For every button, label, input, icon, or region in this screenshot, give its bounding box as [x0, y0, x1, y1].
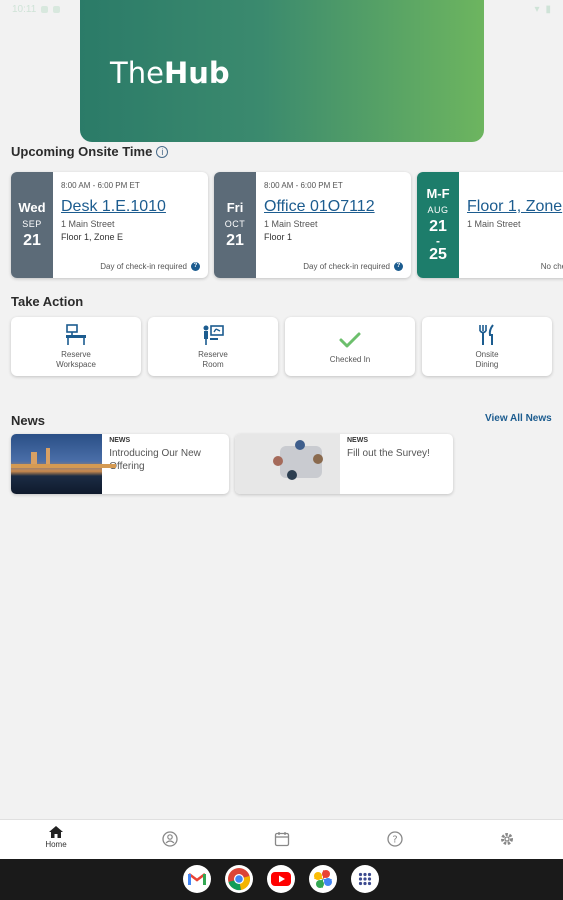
status-time: 10:11	[12, 3, 37, 15]
logo-bold: Hub	[163, 56, 230, 90]
news-category: NEWS	[347, 437, 368, 444]
booking-day: Wed	[18, 200, 46, 215]
bottom-nav: Home ?	[0, 819, 563, 859]
booking-address: 1 Main Street	[61, 219, 115, 229]
upcoming-title: Upcoming Onsite Time	[11, 144, 153, 159]
booking-time: 8:00 AM - 6:00 PM ET	[264, 181, 343, 190]
app-logo: TheHub	[110, 56, 230, 90]
workspace-icon	[64, 323, 88, 346]
nav-people[interactable]	[150, 831, 190, 847]
gear-icon	[501, 833, 513, 845]
home-icon	[49, 826, 63, 838]
app-drawer-icon[interactable]	[351, 865, 379, 893]
checkmark-icon	[338, 329, 362, 351]
booking-month: SEP	[22, 219, 42, 229]
booking-date-number: 21	[226, 232, 244, 249]
view-all-news-link[interactable]: View All News	[485, 413, 552, 424]
booking-date: Wed SEP 21	[11, 172, 53, 278]
dining-icon	[475, 323, 499, 346]
booking-location: Floor 1	[264, 232, 293, 242]
booking-title-link[interactable]: Floor 1, Zone	[467, 198, 563, 216]
booking-month: OCT	[224, 219, 246, 229]
reserve-workspace-button[interactable]: Reserve Workspace	[11, 317, 141, 376]
check-in-note: Day of check-in required	[303, 262, 390, 271]
news-title: News	[11, 413, 45, 428]
booking-date: Fri OCT 21	[214, 172, 256, 278]
help-icon[interactable]: ?	[394, 262, 403, 271]
youtube-app-icon[interactable]	[267, 865, 295, 893]
booking-time: 8:00 AM - 6:00 PM ET	[61, 181, 140, 190]
booking-card[interactable]: Fri OCT 21 8:00 AM - 6:00 PM ET Office 0…	[214, 172, 411, 278]
booking-end-date: 25	[429, 246, 447, 263]
help-icon[interactable]: ?	[191, 262, 200, 271]
wifi-icon: ▾	[534, 3, 540, 15]
svg-text:?: ?	[392, 835, 397, 846]
room-icon	[201, 324, 225, 346]
calendar-icon	[274, 832, 290, 847]
info-icon[interactable]: i	[156, 146, 169, 158]
booking-date: M-F AUG 21 - 25	[417, 172, 459, 278]
booking-title-link[interactable]: Desk 1.E.1010	[61, 198, 200, 216]
booking-footer: Day of check-in required ?	[100, 262, 200, 271]
people-search-icon	[162, 831, 178, 847]
booking-date-number: 21	[23, 232, 41, 249]
help-circle-icon: ?	[387, 831, 403, 847]
news-image-city	[11, 434, 116, 494]
news-headline: Fill out the Survey!	[347, 448, 430, 459]
check-in-note: No check-in	[540, 262, 563, 271]
hero-banner: TheHub	[80, 0, 484, 142]
action-label: Reserve Workspace	[56, 349, 96, 369]
news-image-survey	[235, 434, 340, 494]
battery-icon: ▮	[545, 3, 551, 15]
action-label: Reserve Room	[198, 349, 228, 369]
news-card[interactable]: NEWS Introducing Our New Offering	[11, 434, 229, 494]
news-headline: Introducing Our New Offering	[109, 448, 201, 472]
booking-footer: No check-in	[541, 262, 563, 271]
booking-card[interactable]: Wed SEP 21 8:00 AM - 6:00 PM ET Desk 1.E…	[11, 172, 208, 278]
booking-month: AUG	[427, 205, 449, 215]
notification-icon	[41, 5, 49, 13]
onsite-dining-button[interactable]: Onsite Dining	[422, 317, 552, 376]
nav-home[interactable]: Home	[36, 826, 76, 849]
booking-footer: Day of check-in required ?	[303, 262, 403, 271]
app-notification-icon	[53, 5, 61, 13]
nav-settings[interactable]	[487, 831, 527, 847]
booking-address: 1 Main Street	[264, 219, 318, 229]
nav-help[interactable]: ?	[375, 831, 415, 847]
news-card[interactable]: NEWS Fill out the Survey!	[235, 434, 453, 494]
nav-home-label: Home	[45, 840, 67, 849]
booking-day: Fri	[226, 200, 244, 215]
reserve-room-button[interactable]: Reserve Room	[148, 317, 278, 376]
date-range-dash: -	[436, 234, 440, 248]
booking-day: M-F	[426, 186, 450, 201]
system-dock	[0, 859, 563, 900]
upcoming-section-title: Upcoming Onsite Time i	[11, 144, 169, 159]
action-label: Checked In	[329, 354, 371, 364]
gmail-app-icon[interactable]	[183, 865, 211, 893]
take-action-title: Take Action	[11, 294, 84, 309]
booking-time	[467, 181, 563, 190]
booking-title-link[interactable]: Office 01O7112	[264, 198, 403, 216]
booking-card[interactable]: M-F AUG 21 - 25 Floor 1, Zone 1 Main Str…	[417, 172, 563, 278]
status-bar: 10:11 ▾ ▮	[0, 0, 563, 18]
action-label: Onsite Dining	[475, 349, 499, 369]
booking-location: Floor 1, Zone E	[61, 232, 124, 242]
nav-calendar[interactable]	[262, 831, 302, 847]
check-in-note: Day of check-in required	[100, 262, 187, 271]
booking-address: 1 Main Street	[467, 219, 521, 229]
news-category: NEWS	[109, 437, 131, 444]
checked-in-button[interactable]: Checked In	[285, 317, 415, 376]
chrome-app-icon[interactable]	[225, 865, 253, 893]
photos-app-icon[interactable]	[309, 865, 337, 893]
logo-regular: The	[110, 56, 164, 90]
